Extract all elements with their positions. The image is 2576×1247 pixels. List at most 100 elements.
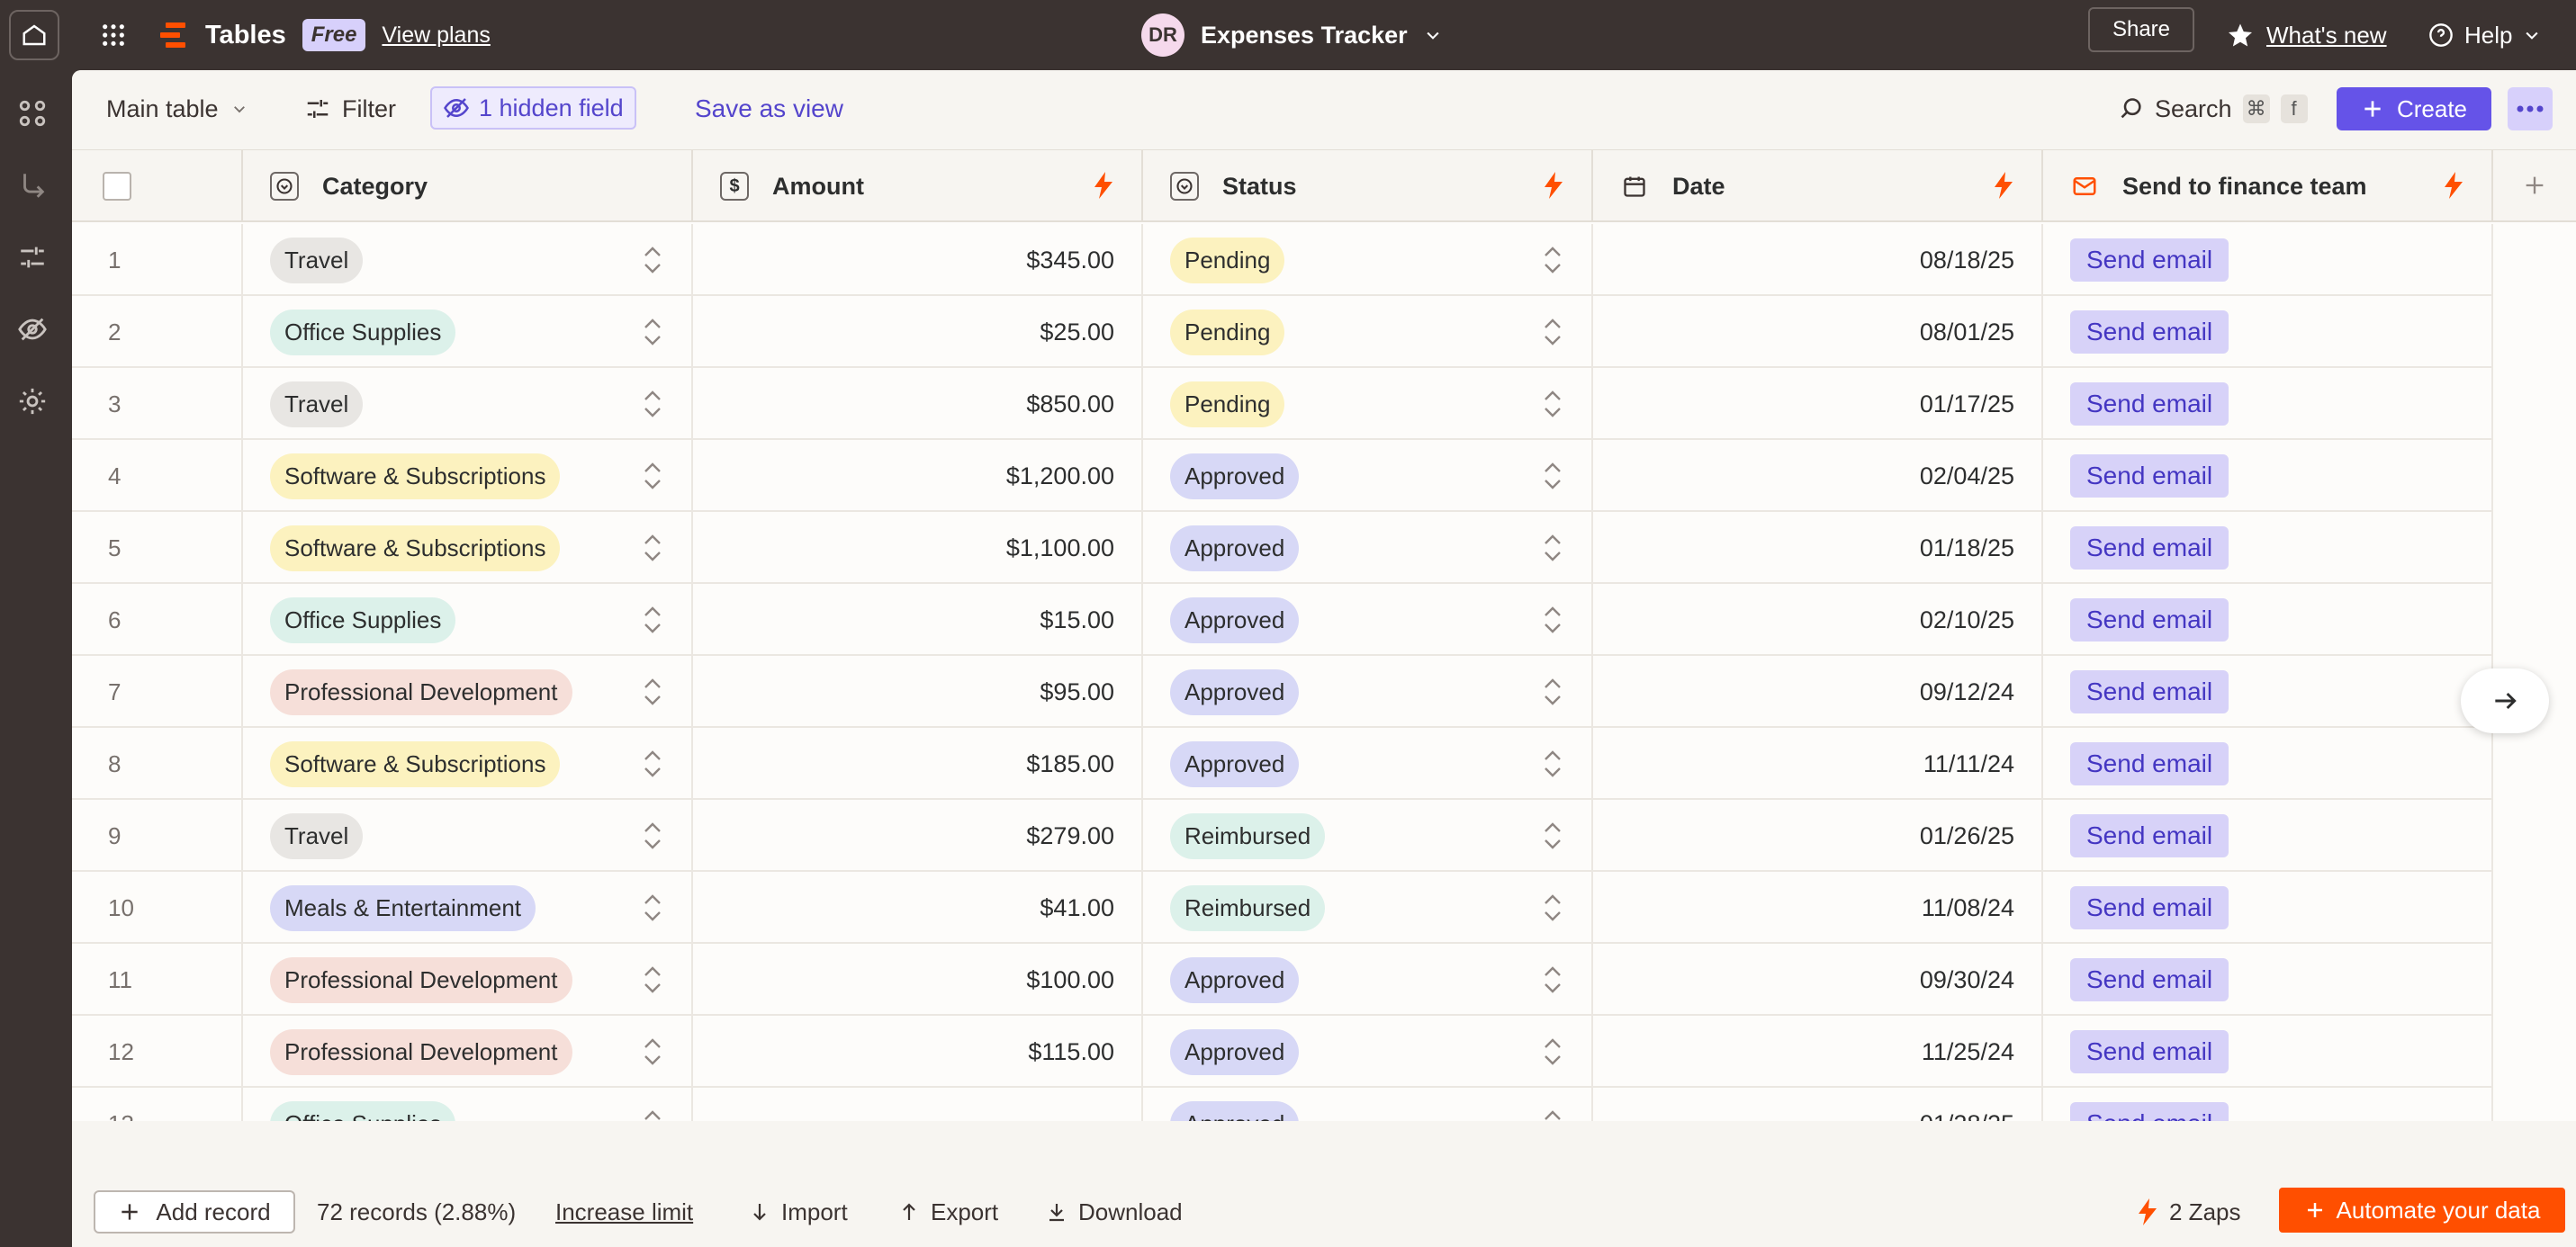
hidden-fields-button[interactable]: 1 hidden field xyxy=(430,86,636,130)
save-as-view-button[interactable]: Save as view xyxy=(695,87,843,130)
chevron-up-down-icon[interactable] xyxy=(1541,460,1564,492)
add-record-button[interactable]: Add record xyxy=(94,1190,295,1234)
export-button[interactable]: Export xyxy=(898,1190,998,1234)
amount-cell[interactable]: $345.00 xyxy=(693,224,1143,296)
send-email-button[interactable]: Send email xyxy=(2070,886,2229,929)
amount-cell[interactable]: $100.00 xyxy=(693,944,1143,1016)
send-email-button[interactable]: Send email xyxy=(2070,1102,2229,1121)
category-cell[interactable]: Office Supplies xyxy=(243,1088,693,1121)
category-cell[interactable]: Meals & Entertainment xyxy=(243,872,693,944)
chevron-up-down-icon[interactable] xyxy=(1541,964,1564,996)
category-cell[interactable]: Travel xyxy=(243,368,693,440)
automate-button[interactable]: Automate your data xyxy=(2279,1188,2565,1233)
send-email-button[interactable]: Send email xyxy=(2070,814,2229,857)
status-cell[interactable]: Approved xyxy=(1143,1016,1593,1088)
chevron-up-down-icon[interactable] xyxy=(1541,748,1564,780)
download-button[interactable]: Download xyxy=(1046,1190,1183,1234)
chevron-up-down-icon[interactable] xyxy=(641,1108,664,1121)
rail-filter-button[interactable] xyxy=(13,238,52,277)
chevron-up-down-icon[interactable] xyxy=(641,604,664,636)
date-cell[interactable]: 02/04/25 xyxy=(1593,440,2043,512)
chevron-up-down-icon[interactable] xyxy=(641,244,664,276)
status-cell[interactable]: Approved xyxy=(1143,656,1593,728)
amount-cell[interactable]: $185.00 xyxy=(693,728,1143,800)
category-cell[interactable]: Professional Development xyxy=(243,1016,693,1088)
status-cell[interactable]: Approved xyxy=(1143,440,1593,512)
amount-cell[interactable]: $15.00 xyxy=(693,584,1143,656)
send-email-button[interactable]: Send email xyxy=(2070,670,2229,713)
date-cell[interactable]: 09/30/24 xyxy=(1593,944,2043,1016)
home-button[interactable] xyxy=(9,10,59,60)
send-email-button[interactable]: Send email xyxy=(2070,958,2229,1001)
send-email-button[interactable]: Send email xyxy=(2070,454,2229,498)
column-header-status[interactable]: Status xyxy=(1143,150,1593,222)
send-email-button[interactable]: Send email xyxy=(2070,238,2229,282)
column-header-send-to-finance[interactable]: Send to finance team xyxy=(2043,150,2493,222)
chevron-up-down-icon[interactable] xyxy=(1541,892,1564,924)
status-cell[interactable]: Reimbursed xyxy=(1143,872,1593,944)
date-cell[interactable]: 11/11/24 xyxy=(1593,728,2043,800)
date-cell[interactable]: 02/10/25 xyxy=(1593,584,2043,656)
amount-cell[interactable]: $115.00 xyxy=(693,1016,1143,1088)
chevron-up-down-icon[interactable] xyxy=(641,820,664,852)
select-all-checkbox[interactable] xyxy=(103,172,131,201)
date-cell[interactable]: 01/17/25 xyxy=(1593,368,2043,440)
send-email-button[interactable]: Send email xyxy=(2070,598,2229,641)
rail-settings-button[interactable] xyxy=(13,381,52,421)
status-cell[interactable]: Approved xyxy=(1143,584,1593,656)
column-header-date[interactable]: Date xyxy=(1593,150,2043,222)
date-cell[interactable]: 01/26/25 xyxy=(1593,800,2043,872)
chevron-up-down-icon[interactable] xyxy=(1541,1108,1564,1121)
category-cell[interactable]: Software & Subscriptions xyxy=(243,728,693,800)
help-menu[interactable]: Help xyxy=(2428,15,2541,55)
date-cell[interactable]: 01/28/25 xyxy=(1593,1088,2043,1121)
rail-apps-button[interactable] xyxy=(13,94,52,133)
amount-cell[interactable]: $850.00 xyxy=(693,368,1143,440)
chevron-up-down-icon[interactable] xyxy=(641,676,664,708)
rail-zap-button[interactable] xyxy=(13,166,52,205)
chevron-up-down-icon[interactable] xyxy=(1541,820,1564,852)
project-switcher[interactable]: DR Expenses Tracker xyxy=(1141,10,1442,60)
chevron-up-down-icon[interactable] xyxy=(641,316,664,348)
search-button[interactable]: Search ⌘ f xyxy=(2119,87,2308,130)
chevron-up-down-icon[interactable] xyxy=(641,892,664,924)
status-cell[interactable]: Approved xyxy=(1143,944,1593,1016)
amount-cell[interactable] xyxy=(693,1088,1143,1121)
chevron-up-down-icon[interactable] xyxy=(641,532,664,564)
chevron-up-down-icon[interactable] xyxy=(1541,604,1564,636)
amount-cell[interactable]: $95.00 xyxy=(693,656,1143,728)
chevron-up-down-icon[interactable] xyxy=(1541,532,1564,564)
amount-cell[interactable]: $25.00 xyxy=(693,296,1143,368)
chevron-up-down-icon[interactable] xyxy=(641,748,664,780)
amount-cell[interactable]: $41.00 xyxy=(693,872,1143,944)
status-cell[interactable]: Approved xyxy=(1143,728,1593,800)
amount-cell[interactable]: $279.00 xyxy=(693,800,1143,872)
amount-cell[interactable]: $1,100.00 xyxy=(693,512,1143,584)
filter-button[interactable]: Filter xyxy=(304,87,396,130)
scroll-right-button[interactable] xyxy=(2461,668,2549,733)
chevron-up-down-icon[interactable] xyxy=(641,460,664,492)
send-email-button[interactable]: Send email xyxy=(2070,526,2229,570)
view-plans-link[interactable]: View plans xyxy=(382,22,490,49)
date-cell[interactable]: 08/18/25 xyxy=(1593,224,2043,296)
create-button[interactable]: Create xyxy=(2337,87,2491,130)
chevron-up-down-icon[interactable] xyxy=(1541,316,1564,348)
chevron-up-down-icon[interactable] xyxy=(1541,676,1564,708)
add-column-button[interactable] xyxy=(2493,150,2576,222)
rail-hidden-button[interactable] xyxy=(13,310,52,349)
send-email-button[interactable]: Send email xyxy=(2070,742,2229,785)
status-cell[interactable]: Pending xyxy=(1143,296,1593,368)
chevron-up-down-icon[interactable] xyxy=(641,1036,664,1068)
category-cell[interactable]: Travel xyxy=(243,800,693,872)
category-cell[interactable]: Software & Subscriptions xyxy=(243,512,693,584)
status-cell[interactable]: Approved xyxy=(1143,512,1593,584)
zaps-button[interactable]: 2 Zaps xyxy=(2137,1190,2241,1234)
date-cell[interactable]: 08/01/25 xyxy=(1593,296,2043,368)
share-button[interactable]: Share xyxy=(2088,7,2194,52)
date-cell[interactable]: 09/12/24 xyxy=(1593,656,2043,728)
send-email-button[interactable]: Send email xyxy=(2070,1030,2229,1073)
status-cell[interactable]: Pending xyxy=(1143,224,1593,296)
category-cell[interactable]: Professional Development xyxy=(243,656,693,728)
more-options-button[interactable] xyxy=(2508,87,2553,130)
date-cell[interactable]: 11/25/24 xyxy=(1593,1016,2043,1088)
